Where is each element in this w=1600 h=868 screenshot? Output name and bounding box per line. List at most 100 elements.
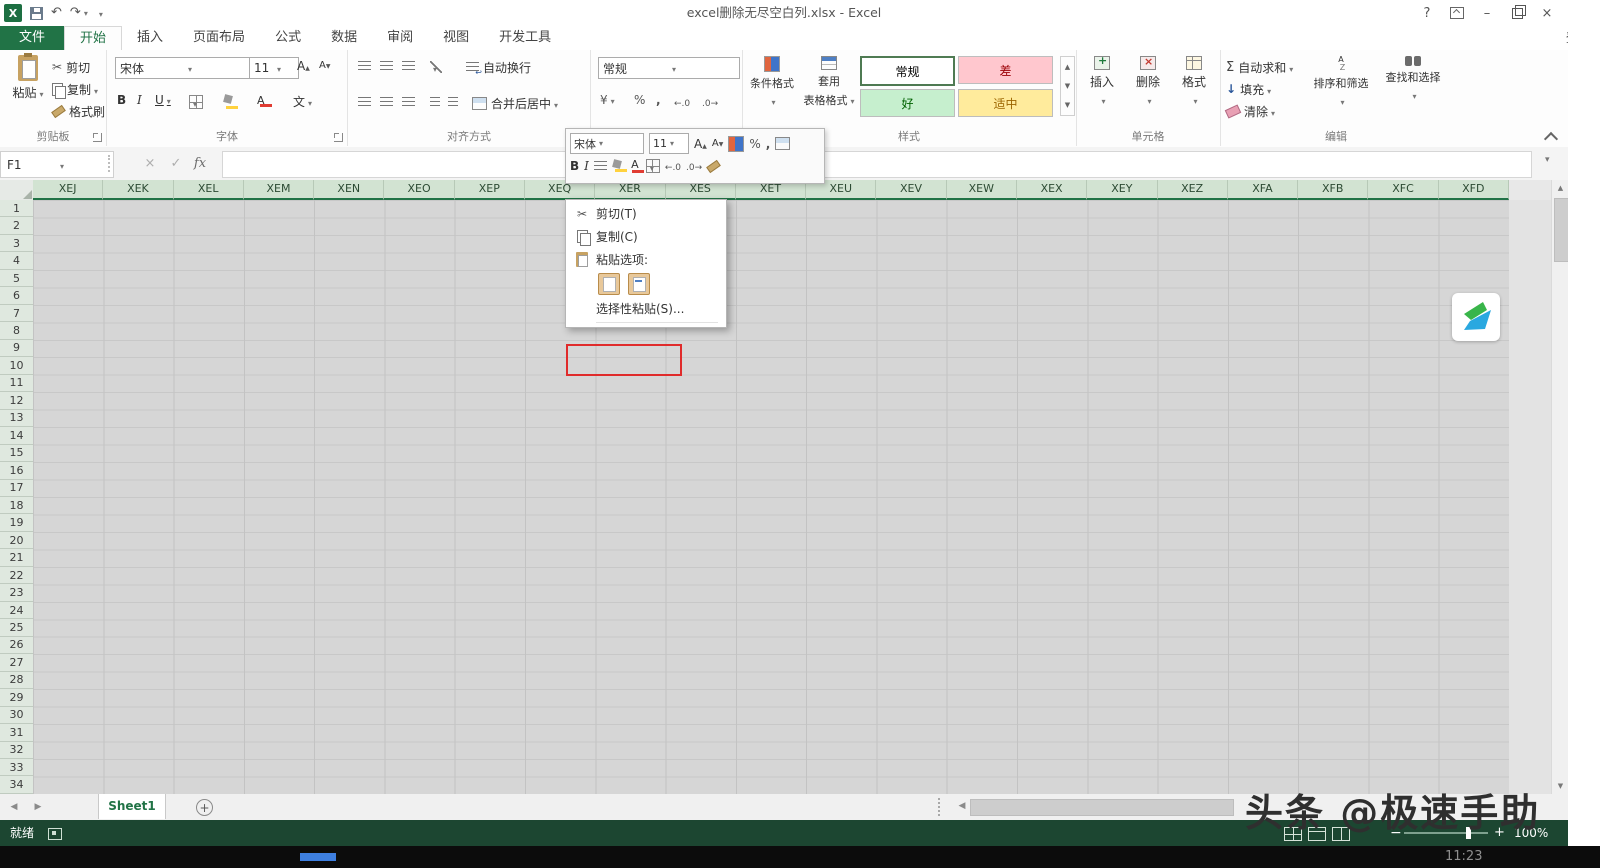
cell-style-neutral[interactable]: 适中 <box>958 89 1053 117</box>
autosum-button[interactable]: 自动求和 <box>1226 57 1293 77</box>
column-header-XFC[interactable]: XFC <box>1368 180 1438 200</box>
cell-style-bad[interactable]: 差 <box>958 56 1053 84</box>
decrease-decimal-icon[interactable] <box>702 95 718 109</box>
enter-icon[interactable]: ✓ <box>164 151 188 176</box>
row-header-15[interactable]: 15 <box>0 445 33 462</box>
tab-developer[interactable]: 开发工具 <box>484 26 566 50</box>
row-header-22[interactable]: 22 <box>0 567 33 584</box>
paste-option-values-icon[interactable] <box>628 273 650 295</box>
align-top-icon[interactable] <box>358 61 371 72</box>
increase-indent-icon[interactable] <box>448 97 458 108</box>
tab-insert[interactable]: 插入 <box>122 26 178 50</box>
mini-font-size-combo[interactable]: 11 <box>649 133 689 154</box>
row-header-6[interactable]: 6 <box>0 287 33 304</box>
mini-font-name-combo[interactable]: 宋体 <box>570 133 644 154</box>
font-dialog-launcher-icon[interactable] <box>334 133 343 142</box>
mini-borders-icon[interactable] <box>646 159 660 173</box>
row-header-30[interactable]: 30 <box>0 707 33 724</box>
column-header-XEJ[interactable]: XEJ <box>33 180 103 200</box>
column-header-XEK[interactable]: XEK <box>103 180 173 200</box>
mini-comma-icon[interactable] <box>766 137 771 151</box>
decrease-indent-icon[interactable] <box>430 97 440 108</box>
column-header-XFD[interactable]: XFD <box>1439 180 1509 200</box>
name-box[interactable]: F1 <box>0 151 114 178</box>
cells-area[interactable] <box>33 200 1509 794</box>
merge-center-button[interactable]: 合并后居中 <box>472 93 558 113</box>
column-header-XFB[interactable]: XFB <box>1298 180 1368 200</box>
borders-icon[interactable] <box>189 95 203 109</box>
tab-data[interactable]: 数据 <box>316 26 372 50</box>
row-header-17[interactable]: 17 <box>0 480 33 497</box>
row-header-25[interactable]: 25 <box>0 619 33 636</box>
sheet-tab-sheet1[interactable]: Sheet1 <box>98 794 166 819</box>
customize-qat-icon[interactable] <box>96 6 103 20</box>
cell-style-normal[interactable]: 常规 <box>860 56 955 86</box>
row-header-33[interactable]: 33 <box>0 759 33 776</box>
formula-input[interactable] <box>222 151 1532 178</box>
row-header-11[interactable]: 11 <box>0 375 33 392</box>
row-header-19[interactable]: 19 <box>0 514 33 531</box>
align-left-icon[interactable] <box>358 97 371 108</box>
horizontal-scroll-thumb[interactable] <box>970 799 1234 816</box>
formula-bar-expand-icon[interactable]: ▾ <box>1545 155 1550 165</box>
bold-button[interactable]: B <box>117 93 126 107</box>
column-header-XEM[interactable]: XEM <box>244 180 314 200</box>
cut-button[interactable]: ✂ 剪切 <box>52 57 90 77</box>
mini-format-painter-icon[interactable] <box>706 159 721 172</box>
tab-page-layout[interactable]: 页面布局 <box>178 26 260 50</box>
menu-item-cut[interactable]: ✂剪切(T) <box>566 202 726 225</box>
align-bottom-icon[interactable] <box>402 61 415 72</box>
row-header-7[interactable]: 7 <box>0 305 33 322</box>
mini-merge-icon[interactable] <box>775 137 790 150</box>
clear-button[interactable]: 清除 <box>1226 101 1275 121</box>
row-header-34[interactable]: 34 <box>0 776 33 793</box>
row-header-28[interactable]: 28 <box>0 672 33 689</box>
undo-icon[interactable]: ↶ <box>51 4 62 22</box>
horizontal-scrollbar[interactable]: ◀ <box>952 797 1252 816</box>
sort-filter-button[interactable]: 排序和筛选 <box>1308 56 1374 108</box>
phonetic-guide-icon[interactable]: 文 <box>293 93 312 110</box>
increase-font-icon[interactable]: A <box>297 59 310 73</box>
vertical-scroll-thumb[interactable] <box>1554 198 1568 262</box>
align-right-icon[interactable] <box>402 97 415 108</box>
row-header-13[interactable]: 13 <box>0 410 33 427</box>
save-icon[interactable] <box>30 7 43 20</box>
paste-option-keep-formatting-icon[interactable] <box>598 273 620 295</box>
increase-decimal-icon[interactable] <box>674 95 690 109</box>
accounting-format-icon[interactable] <box>600 93 615 107</box>
row-header-12[interactable]: 12 <box>0 392 33 409</box>
style-gallery-scroll[interactable]: ▲ ▼ ▼ <box>1060 56 1075 116</box>
minimize-icon[interactable]: – <box>1472 0 1502 26</box>
vertical-scrollbar[interactable]: ▲ ▼ <box>1551 180 1568 794</box>
row-header-3[interactable]: 3 <box>0 235 33 252</box>
underline-button[interactable]: U <box>155 93 171 107</box>
font-color-icon[interactable] <box>257 94 265 107</box>
row-header-31[interactable]: 31 <box>0 724 33 741</box>
mini-font-color-icon[interactable] <box>629 159 641 173</box>
mini-styles-icon[interactable] <box>728 136 744 152</box>
select-all-corner[interactable] <box>0 180 34 201</box>
comma-style-icon[interactable] <box>656 93 661 107</box>
column-header-XEY[interactable]: XEY <box>1087 180 1157 200</box>
find-select-button[interactable]: 查找和选择 <box>1378 56 1448 102</box>
column-header-XEZ[interactable]: XEZ <box>1158 180 1228 200</box>
percent-style-icon[interactable] <box>634 93 645 107</box>
column-header-XEO[interactable]: XEO <box>384 180 454 200</box>
row-header-16[interactable]: 16 <box>0 462 33 479</box>
insert-cells-button[interactable]: 插入 <box>1082 56 1122 107</box>
row-header-29[interactable]: 29 <box>0 689 33 706</box>
scroll-down-icon[interactable]: ▼ <box>1552 778 1568 794</box>
collapse-ribbon-icon[interactable] <box>1544 132 1558 146</box>
prev-sheet-icon[interactable]: ◀ <box>4 794 24 820</box>
orientation-icon[interactable] <box>430 61 442 73</box>
align-center-icon[interactable] <box>380 97 393 108</box>
menu-item-paste-special[interactable]: 选择性粘贴(S)... <box>566 297 726 320</box>
italic-button[interactable]: I <box>137 93 142 107</box>
row-header-18[interactable]: 18 <box>0 497 33 514</box>
column-header-XEW[interactable]: XEW <box>947 180 1017 200</box>
mini-fill-color-icon[interactable] <box>612 160 624 172</box>
scroll-up-icon[interactable]: ▲ <box>1552 180 1568 196</box>
align-middle-icon[interactable] <box>380 61 393 72</box>
redo-icon[interactable]: ↷ <box>70 4 88 23</box>
column-header-XEV[interactable]: XEV <box>876 180 946 200</box>
